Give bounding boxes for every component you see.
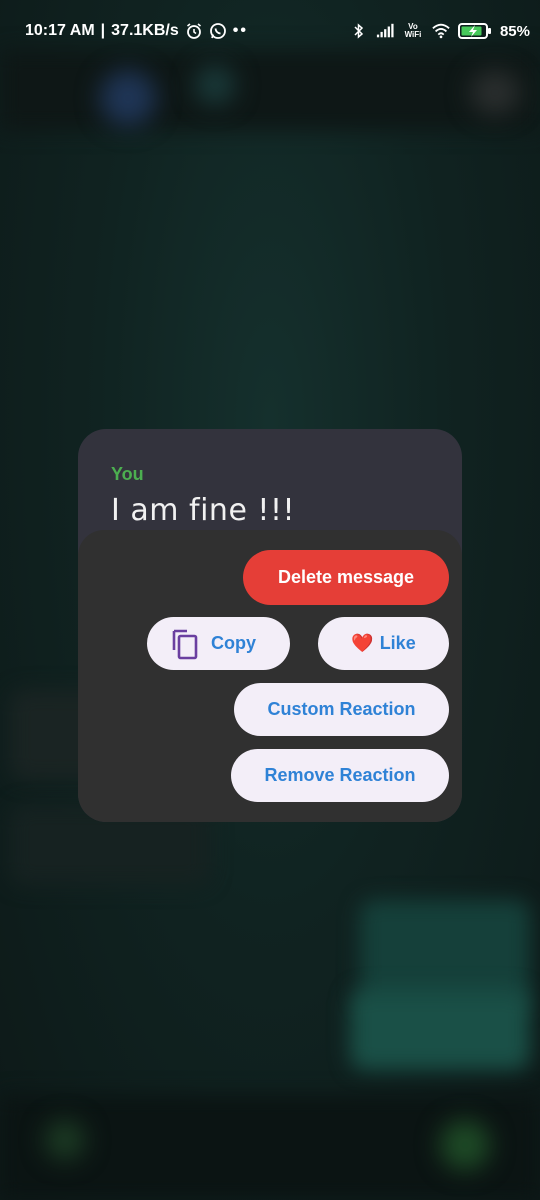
status-time: 10:17 AM [25, 22, 95, 39]
copy-button[interactable]: Copy [147, 617, 290, 670]
like-button[interactable]: ❤️ Like [318, 617, 449, 670]
custom-reaction-label: Custom Reaction [267, 699, 416, 719]
bluetooth-icon [354, 23, 364, 39]
message-context-card: You I am fine !!! Delete message Copy ❤️… [78, 429, 462, 822]
copy-label: Copy [211, 633, 256, 653]
blurred-contact-icon [195, 65, 235, 105]
like-label: Like [379, 633, 416, 653]
copy-icon [172, 629, 198, 659]
status-left: 10:17 AM | 37.1KB/s •• [25, 22, 248, 40]
blurred-outgoing-bubble [350, 990, 530, 1070]
vowifi-icon: Vo WiFi [404, 22, 422, 39]
message-text: I am fine !!! [111, 493, 296, 528]
whatsapp-icon [209, 23, 226, 39]
custom-reaction-button[interactable]: Custom Reaction [234, 683, 449, 736]
blurred-mic-icon [440, 1120, 490, 1170]
status-bar: 10:17 AM | 37.1KB/s •• Vo WiFi 85% [0, 0, 540, 64]
message-actions-panel: Delete message Copy ❤️ Like Custom React… [78, 530, 462, 822]
wifi-icon [432, 23, 450, 39]
blurred-menu-icon [470, 70, 520, 115]
status-separator: | [100, 22, 106, 39]
status-right: Vo WiFi 85% [350, 22, 530, 40]
remove-reaction-label: Remove Reaction [264, 765, 416, 785]
blurred-avatar [100, 70, 156, 126]
delete-message-button[interactable]: Delete message [243, 550, 449, 605]
message-sender: You [111, 464, 144, 484]
heart-icon: ❤️ [351, 633, 374, 653]
delete-message-label: Delete message [277, 567, 415, 587]
blurred-emoji-icon [45, 1120, 85, 1160]
battery-icon [457, 23, 491, 39]
battery-percent: 85% [499, 22, 530, 40]
signal-icon [376, 23, 394, 38]
alarm-icon [186, 23, 201, 39]
status-speed: 37.1KB/s [111, 22, 179, 39]
remove-reaction-button[interactable]: Remove Reaction [231, 749, 449, 802]
status-more-dots: •• [232, 22, 248, 39]
